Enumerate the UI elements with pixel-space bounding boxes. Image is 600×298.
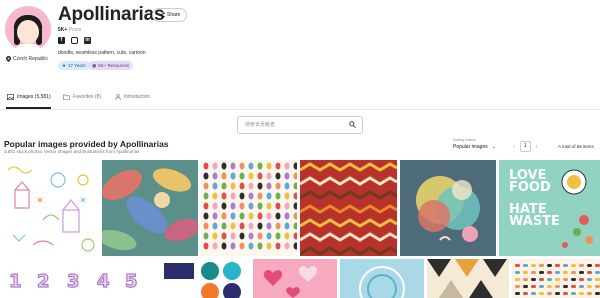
svg-text:5: 5 (125, 271, 138, 292)
gallery-image-abstract-leaves[interactable] (102, 160, 198, 256)
gallery-image-circles[interactable] (400, 160, 496, 256)
linkedin-icon[interactable]: in (84, 37, 91, 44)
resources-badge-label: 5K+ Resources (98, 63, 130, 68)
followers-label: Posts (68, 27, 82, 33)
svg-text:4: 4 (97, 271, 110, 292)
sort-dropdown[interactable]: Popular images ⌄ (453, 144, 496, 150)
share-button[interactable]: Share (152, 8, 188, 22)
followers-count: 5K+ (58, 27, 68, 33)
profile-tabs: Images (5,581) Favorites (8) Introductio… (0, 92, 600, 110)
pagination: ‹ 1 › (513, 141, 537, 152)
chevron-down-icon: ⌄ (491, 144, 496, 150)
star-icon: ★ (62, 63, 67, 68)
section-subtitle: 3,581 stock photos, vector images and il… (4, 149, 140, 154)
tab-introduction-label: Introduction (124, 94, 151, 100)
folder-icon (63, 94, 70, 100)
user-icon (115, 94, 121, 100)
gallery-image-dots[interactable] (201, 160, 297, 256)
tab-images-label: Images (5,581) (17, 94, 51, 100)
svg-text:2: 2 (37, 271, 50, 292)
gallery-image-doodle[interactable] (3, 160, 99, 256)
search-placeholder: 搜索该贡献者 (245, 122, 276, 128)
years-badge: ★ 17 Years (58, 61, 90, 70)
facebook-icon[interactable]: f (58, 37, 65, 44)
profile-tags: doodle, seamless pattern, cute, cartoon (58, 50, 146, 56)
svg-text:1: 1 (9, 271, 22, 292)
share-icon (159, 12, 165, 18)
location: Czech Republic (6, 56, 48, 62)
total-items: A total of 59 items (558, 144, 594, 149)
share-label: Share (167, 11, 181, 18)
location-pin-icon (6, 56, 11, 62)
prev-page-icon[interactable]: ‹ (513, 144, 515, 150)
location-label: Czech Republic (13, 56, 49, 62)
gallery-image-blue-ornament[interactable] (340, 259, 424, 298)
page-number-input[interactable]: 1 (519, 141, 531, 152)
tab-images[interactable]: Images (5,581) (7, 94, 51, 100)
gallery-image-tribal-stripes[interactable] (300, 160, 397, 256)
gallery-image-love-food-hate-waste[interactable]: LOVE FOOD HATE WASTE (499, 160, 600, 256)
resources-badge: ▣ 5K+ Resources (88, 61, 134, 70)
next-page-icon[interactable]: › (536, 144, 538, 150)
gallery-image-hearts[interactable] (253, 259, 337, 298)
tab-favorites-label: Favorites (8) (73, 94, 102, 100)
active-tab-indicator (6, 107, 51, 109)
image-icon: ▣ (92, 63, 97, 68)
profile-name: Apollinarias (58, 4, 165, 25)
gallery-image-triangles[interactable] (427, 259, 509, 298)
tab-introduction[interactable]: Introduction (115, 94, 150, 100)
contributor-search-input[interactable]: 搜索该贡献者 (237, 116, 363, 134)
instagram-icon[interactable] (71, 37, 78, 44)
svg-text:3: 3 (67, 271, 80, 292)
search-icon[interactable] (349, 121, 356, 128)
image-icon (7, 94, 14, 100)
tab-favorites[interactable]: Favorites (8) (63, 94, 101, 100)
avatar (5, 6, 51, 52)
section-title: Popular images provided by Apollinarias (4, 139, 169, 149)
followers-info: 5K+ Posts (58, 27, 81, 33)
social-links: f in (58, 37, 91, 44)
gallery-image-unicorn-numbers[interactable]: 12345 (3, 259, 153, 298)
sort-value: Popular images (453, 144, 488, 150)
sort-label: Sorting criteria (453, 138, 476, 142)
gallery-image-color-swatches[interactable] (160, 259, 250, 298)
gallery-image-dashes[interactable] (512, 259, 600, 298)
years-badge-label: 17 Years (68, 63, 86, 68)
